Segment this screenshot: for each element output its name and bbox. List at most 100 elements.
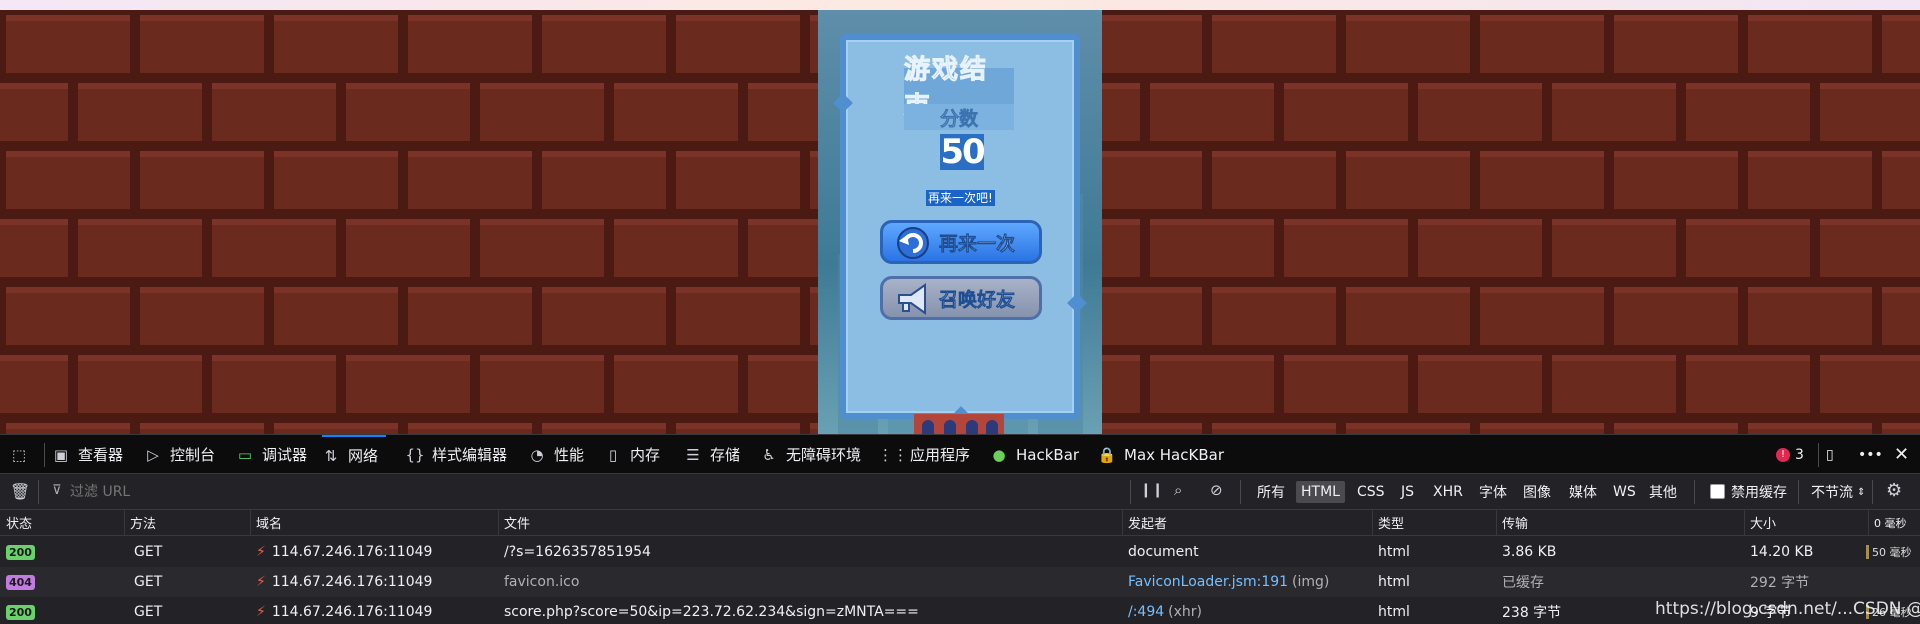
brick-highlight	[1820, 355, 1920, 361]
brick	[1284, 219, 1408, 277]
block-icon[interactable]: ⊘	[1210, 481, 1223, 499]
initiator-note: (xhr)	[1168, 604, 1202, 620]
tab-memory[interactable]: ▯ 内存	[604, 435, 660, 474]
disable-cache-checkbox[interactable]	[1710, 484, 1725, 499]
initiator-link[interactable]: /:494	[1128, 604, 1164, 620]
throttle-select[interactable]: 不节流 ⇕	[1806, 481, 1870, 503]
brick	[0, 355, 68, 413]
tab-style-editor[interactable]: {} 样式编辑器	[405, 435, 507, 474]
table-row[interactable]: 200 GET ⚡ 114.67.246.176:11049 score.php?…	[0, 597, 1920, 624]
brick-highlight	[0, 83, 68, 89]
brick	[1150, 219, 1274, 277]
brick	[1614, 15, 1738, 73]
search-icon[interactable]: ⌕	[1174, 481, 1182, 499]
col-domain[interactable]: 域名	[250, 510, 498, 535]
brick	[212, 219, 336, 277]
brick-highlight	[346, 219, 470, 225]
filter-xhr[interactable]: XHR	[1428, 481, 1468, 503]
close-devtools-button[interactable]: ✕	[1894, 435, 1909, 474]
brick	[212, 355, 336, 413]
status-badge: 200	[6, 604, 35, 620]
tab-performance[interactable]: ◔ 性能	[528, 435, 584, 474]
filter-css[interactable]: CSS	[1352, 481, 1390, 503]
tab-storage[interactable]: ☰ 存储	[684, 435, 740, 474]
col-method[interactable]: 方法	[124, 510, 250, 535]
filter-html[interactable]: HTML	[1296, 481, 1345, 503]
col-type[interactable]: 类型	[1372, 510, 1496, 535]
brick	[1480, 287, 1604, 345]
play-again-button[interactable]: 再来一次	[880, 220, 1042, 264]
tab-max-hackbar[interactable]: 🔒 Max HacKBar	[1098, 435, 1224, 474]
col-size[interactable]: 大小	[1744, 510, 1868, 535]
more-options-button[interactable]: •••	[1858, 435, 1883, 474]
tab-application[interactable]: ⋮⋮ 应用程序	[878, 435, 970, 474]
tab-inspector[interactable]: ▣ 查看器	[52, 435, 123, 474]
brick-highlight	[274, 287, 398, 293]
brick-highlight	[212, 83, 336, 89]
tab-label: Max HacKBar	[1124, 445, 1224, 464]
col-status[interactable]: 状态	[0, 510, 124, 535]
game-over-title: 游戏结束	[904, 55, 1014, 123]
tab-debugger[interactable]: ▭ 调试器	[236, 435, 307, 474]
csdn-watermark: https://blog.csdn.net/...CSDN @骑士	[1655, 599, 1920, 619]
tab-label: 存储	[710, 446, 741, 464]
clear-button[interactable]: 🗑	[10, 482, 30, 501]
filter-js[interactable]: JS	[1396, 481, 1419, 503]
invite-friends-label: 召唤好友	[939, 288, 1016, 311]
filter-ws[interactable]: WS	[1608, 481, 1641, 503]
error-icon: !	[1776, 447, 1790, 462]
col-waterfall[interactable]: 0 毫秒	[1868, 510, 1920, 535]
element-picker-button[interactable]: ⬚	[10, 435, 36, 474]
brick	[6, 15, 130, 73]
brick-highlight	[542, 15, 666, 21]
brick-highlight	[542, 151, 666, 157]
brick-highlight	[1748, 151, 1872, 157]
filter-all[interactable]: 所有	[1252, 481, 1290, 503]
brick-highlight	[1552, 355, 1676, 361]
settings-gear-icon[interactable]: ⚙	[1886, 480, 1902, 501]
col-file[interactable]: 文件	[498, 510, 1122, 535]
brick-highlight	[1212, 423, 1336, 429]
table-row[interactable]: 200 GET ⚡ 114.67.246.176:11049 /?s=162635…	[0, 537, 1920, 567]
game-canvas[interactable]: 游戏结束 分数 50 再来一次吧! 再来一次 召唤好友	[818, 10, 1102, 434]
col-transferred[interactable]: 传输	[1496, 510, 1744, 535]
brick	[1552, 83, 1676, 141]
brick	[480, 83, 604, 141]
brick	[1686, 83, 1810, 141]
brick	[1346, 15, 1470, 73]
filter-media[interactable]: 媒体	[1564, 481, 1602, 503]
insecure-icon: ⚡	[256, 544, 266, 560]
error-count-badge[interactable]: ! 3	[1776, 435, 1804, 474]
filter-images[interactable]: 图像	[1518, 481, 1556, 503]
brick-highlight	[408, 287, 532, 293]
brick	[0, 219, 68, 277]
invite-friends-button[interactable]: 召唤好友	[880, 276, 1042, 320]
table-row[interactable]: 404 GET ⚡ 114.67.246.176:11049 favicon.ic…	[0, 567, 1920, 597]
url-filter-input[interactable]	[46, 480, 1126, 504]
building-decoration	[914, 414, 1004, 434]
dock-toggle-button[interactable]: ▯	[1826, 435, 1834, 474]
filter-fonts[interactable]: 字体	[1474, 481, 1512, 503]
network-icon: ⇅	[324, 446, 338, 465]
style-editor-icon: {}	[405, 445, 425, 464]
brick-highlight	[1614, 151, 1738, 157]
brick	[1480, 15, 1604, 73]
tab-accessibility[interactable]: ♿ 无障碍环境	[760, 435, 861, 474]
brick-highlight	[0, 355, 68, 361]
brick-highlight	[1686, 355, 1810, 361]
brick	[1820, 219, 1920, 277]
tab-hackbar[interactable]: ● HackBar	[990, 435, 1079, 474]
col-initiator[interactable]: 发起者	[1122, 510, 1372, 535]
initiator-link[interactable]: FaviconLoader.jsm:191	[1128, 574, 1288, 590]
brick-highlight	[614, 83, 738, 89]
filter-other[interactable]: 其他	[1644, 481, 1682, 503]
brick	[346, 355, 470, 413]
brick	[140, 287, 264, 345]
pause-button[interactable]: ❙❙	[1140, 482, 1163, 498]
tab-console[interactable]: ▷ 控制台	[144, 435, 215, 474]
brick-highlight	[1480, 287, 1604, 293]
tab-network[interactable]: ⇅ 网络	[322, 435, 387, 474]
hackbar-icon: ●	[992, 445, 1006, 464]
brick	[1418, 355, 1542, 413]
brick-highlight	[78, 219, 202, 225]
